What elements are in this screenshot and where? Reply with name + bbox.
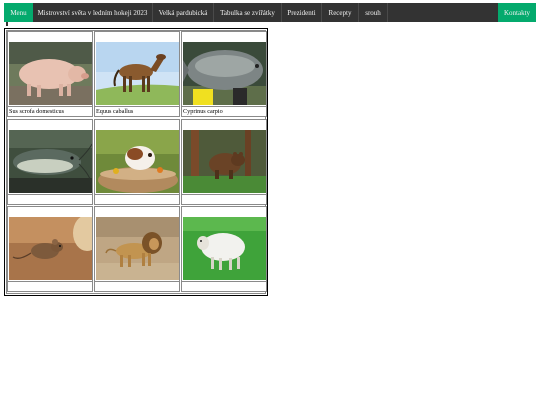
catfish-photo (9, 130, 92, 193)
nav-recipes[interactable]: Recepty (322, 3, 359, 22)
caption-catfish (8, 194, 92, 203)
lion-photo (96, 217, 179, 280)
caption-bear (182, 194, 266, 203)
nav-animal-table[interactable]: Tabulka se zvířátky (214, 3, 282, 22)
caption-horse: Equus caballus (95, 106, 179, 115)
gallery-cell-carp: Cyprinus carpio (181, 31, 267, 117)
mouse-photo (9, 217, 92, 280)
nav-velka-pardubicka[interactable]: Velká pardubická (153, 3, 214, 22)
gallery-cell-bear (181, 119, 267, 205)
nav-underline-marker (6, 22, 8, 26)
nav-presidents[interactable]: Prezidenti (282, 3, 322, 22)
bear-photo (183, 130, 266, 193)
gallery-cell-guinea-pig (94, 119, 180, 205)
top-navigation: Menu Mistrovství světa v ledním hokeji 2… (4, 3, 536, 22)
nav-contacts[interactable]: Kontakty (498, 3, 536, 22)
pig-photo (9, 42, 92, 105)
caption-guinea-pig (95, 194, 179, 203)
gallery-cell-pig: Sus scrofa domesticus (7, 31, 93, 117)
caption-mouse (8, 281, 92, 290)
nav-menu[interactable]: Menu (4, 3, 33, 22)
sheep-photo (183, 217, 266, 280)
nav-hockey-championship-2023[interactable]: Mistrovství světa v ledním hokeji 2023 (33, 3, 153, 22)
nav-srouh[interactable]: srouh (359, 3, 388, 22)
caption-sheep (182, 281, 266, 290)
carp-photo (183, 42, 266, 105)
horse-photo (96, 42, 179, 105)
gallery-cell-horse: Equus caballus (94, 31, 180, 117)
caption-carp: Cyprinus carpio (182, 106, 266, 115)
gallery-cell-sheep (181, 206, 267, 292)
gallery-cell-catfish (7, 119, 93, 205)
caption-pig: Sus scrofa domesticus (8, 106, 92, 115)
gallery-cell-lion (94, 206, 180, 292)
caption-lion (95, 281, 179, 290)
gallery-cell-mouse (7, 206, 93, 292)
guinea-pig-photo (96, 130, 179, 193)
animal-gallery-table: Sus scrofa domesticus Equus caballus Cyp… (4, 28, 268, 296)
